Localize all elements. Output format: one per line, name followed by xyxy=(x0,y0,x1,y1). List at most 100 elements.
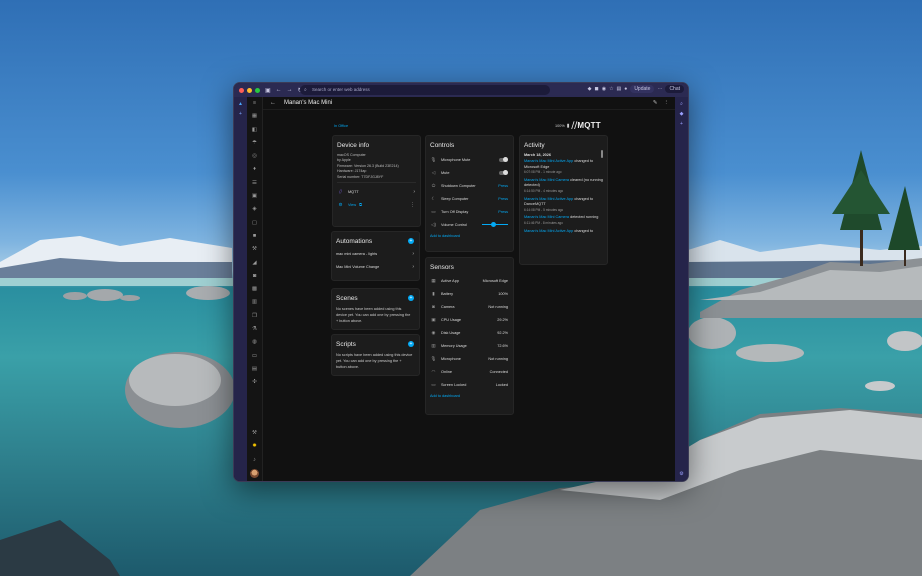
minimize-window-button[interactable] xyxy=(247,87,252,93)
chart-icon[interactable]: ◢ xyxy=(252,257,256,270)
sensor-row[interactable]: ▥ Memory Usage 72.6% xyxy=(426,339,513,352)
more-icon[interactable]: ⋯ xyxy=(657,86,662,92)
display-off-press-button[interactable]: Press xyxy=(498,210,508,214)
address-bar[interactable]: ⌕ Search or enter web address xyxy=(300,85,550,95)
activity-time: 6:14:50 PM - 4 minutes ago xyxy=(524,188,564,193)
notifications-icon[interactable]: ♪ xyxy=(253,454,256,466)
settings-icon[interactable]: ✹ xyxy=(252,441,257,451)
close-window-button[interactable] xyxy=(239,87,244,93)
extension-icon[interactable]: ◆ xyxy=(588,86,592,92)
add-to-dashboard-link[interactable]: Add to dashboard xyxy=(426,234,513,238)
add-tab-icon[interactable]: + xyxy=(239,111,242,117)
activity-entity-link[interactable]: Manan's Mac Mini Active App xyxy=(524,197,573,201)
activity-entity-link[interactable]: Manan's Mac Mini Active App xyxy=(524,229,573,233)
tag-icon[interactable]: ◈ xyxy=(252,203,256,216)
menu-icon[interactable]: ≡ xyxy=(253,97,256,110)
activity-entity-link[interactable]: Manan's Mac Mini Camera xyxy=(524,215,569,219)
external-link-icon[interactable]: ⧉ xyxy=(359,203,362,207)
logbook-icon[interactable]: ◎ xyxy=(252,150,257,163)
list-icon[interactable]: ☰ xyxy=(252,177,257,190)
favorites-icon[interactable]: ☆ xyxy=(609,86,613,92)
profile-icon[interactable]: ● xyxy=(624,86,627,92)
add-scene-button[interactable]: + xyxy=(408,295,414,301)
extension-icon[interactable]: ◼ xyxy=(595,86,599,92)
automation-name: Mac Mini Volume Change xyxy=(336,264,380,269)
sensor-row[interactable]: ▦ Active App Microsoft Edge xyxy=(426,274,513,287)
search-icon[interactable]: ⌕ xyxy=(680,101,683,107)
add-icon[interactable]: + xyxy=(680,121,683,127)
chat-button[interactable]: Chat xyxy=(665,85,684,93)
terminal-icon[interactable]: ▭ xyxy=(252,350,257,363)
settings-icon[interactable]: ⚙ xyxy=(679,471,683,477)
sensor-row[interactable]: ◠ Online Connected xyxy=(426,365,513,378)
control-row[interactable]: ◁ Mute xyxy=(426,166,513,179)
activity-entity-link[interactable]: Manan's Mac Mini Active App xyxy=(524,159,573,163)
browser-toolbar-right: ◆ ◼ ◉ ☆ ▤ ● Update ⋯ Chat xyxy=(588,85,684,93)
copilot-icon[interactable]: ◆ xyxy=(680,111,684,117)
extension-icon[interactable]: ◉ xyxy=(602,86,606,92)
sleep-press-button[interactable]: Press xyxy=(498,197,508,201)
forward-icon[interactable]: → xyxy=(287,87,293,93)
stats-icon[interactable]: ▥ xyxy=(252,296,257,309)
mic-icon: 🎙︎ xyxy=(430,156,437,162)
ha-sidebar: ≡ ▦ ◧ ☂ ◎ ♦ ☰ ▣ ◈ ▢ ■ ⚒ ◢ ◙ ▩ ▥ ❐ ⚗ ◍ ▭ … xyxy=(247,97,263,481)
maximize-window-button[interactable] xyxy=(255,87,260,93)
add-automation-button[interactable]: + xyxy=(408,238,414,244)
database-icon[interactable]: ▤ xyxy=(252,363,257,376)
sensor-row[interactable]: ▣ CPU Usage 29.2% xyxy=(426,313,513,326)
sensor-value: Microsoft Edge xyxy=(482,278,508,283)
avatar[interactable] xyxy=(250,469,259,478)
activity-entity-link[interactable]: Manan's Mac Mini Camera xyxy=(524,178,569,182)
tools-icon[interactable]: ⚒ xyxy=(252,243,257,256)
microphone-mute-toggle[interactable] xyxy=(499,156,508,162)
shutdown-press-button[interactable]: Press xyxy=(498,184,508,188)
home-assistant-tab-icon[interactable]: ▲ xyxy=(238,101,243,107)
scrollbar[interactable] xyxy=(601,150,603,158)
history-icon[interactable]: ♦ xyxy=(253,163,256,176)
scripts-title: Scripts xyxy=(336,341,356,348)
volume-slider[interactable] xyxy=(482,222,508,226)
automation-row[interactable]: mac mini camera - lights › xyxy=(332,247,419,260)
sidebar-toggle-icon[interactable]: ▣ xyxy=(265,87,271,94)
edit-icon[interactable]: ✎ xyxy=(653,100,658,106)
breadcrumb[interactable]: In Office xyxy=(334,124,348,128)
back-icon[interactable]: ← xyxy=(276,87,282,93)
sensor-value: Locked xyxy=(495,382,508,387)
energy-icon[interactable]: ☂ xyxy=(252,137,257,150)
add-script-button[interactable]: + xyxy=(408,341,414,347)
sensor-row[interactable]: ▮ Battery 100% xyxy=(426,287,513,300)
view-link[interactable]: View xyxy=(348,203,356,207)
box-icon[interactable]: ■ xyxy=(253,230,256,243)
overflow-menu-icon[interactable]: ⋮ xyxy=(664,100,670,106)
automation-row[interactable]: Mac Mini Volume Change › xyxy=(332,260,419,273)
map-icon[interactable]: ◧ xyxy=(252,124,257,137)
sensor-value: Not running xyxy=(488,356,508,361)
sensor-row[interactable]: ▭ Screen Locked Locked xyxy=(426,378,513,391)
sensor-row[interactable]: ◙ Camera Not running xyxy=(426,300,513,313)
browser-titlebar: ▣ ← → ↻ ⌂ ⌕ Search or enter web address … xyxy=(234,83,688,97)
puzzle-icon[interactable]: ✣ xyxy=(252,376,257,389)
media-icon[interactable]: ▣ xyxy=(252,190,257,203)
activity-item: Manan's Mac Mini Camera detected running… xyxy=(520,215,607,226)
add-to-dashboard-link[interactable]: Add to dashboard xyxy=(426,394,513,398)
camera-icon[interactable]: ◙ xyxy=(253,270,256,283)
sensor-row[interactable]: ◉ Disk Usage 92.2% xyxy=(426,326,513,339)
grid-icon[interactable]: ▩ xyxy=(252,283,257,296)
flask-icon[interactable]: ⚗ xyxy=(252,323,257,336)
control-row[interactable]: 🎙︎ Microphone Mute xyxy=(426,153,513,166)
sensor-label: CPU Usage xyxy=(441,317,462,322)
overflow-menu-icon[interactable]: ⋮ xyxy=(410,202,415,208)
sensor-label: Memory Usage xyxy=(441,343,467,348)
copy-icon[interactable]: ❐ xyxy=(252,310,257,323)
overview-icon[interactable]: ▦ xyxy=(252,110,257,123)
back-arrow-icon[interactable]: ← xyxy=(270,100,276,106)
collections-icon[interactable]: ▤ xyxy=(617,86,622,92)
lens-icon[interactable]: ◍ xyxy=(252,336,257,349)
volume-icon: ◁) xyxy=(431,221,436,227)
integration-row[interactable]: ⧸⧸ MQTT › xyxy=(333,185,420,198)
update-button[interactable]: Update xyxy=(630,85,655,93)
mute-toggle[interactable] xyxy=(499,169,508,175)
sensor-row[interactable]: 🎙︎ Microphone Not running xyxy=(426,352,513,365)
calendar-icon[interactable]: ▢ xyxy=(252,217,257,230)
developer-tools-icon[interactable]: ⚒ xyxy=(252,428,257,438)
